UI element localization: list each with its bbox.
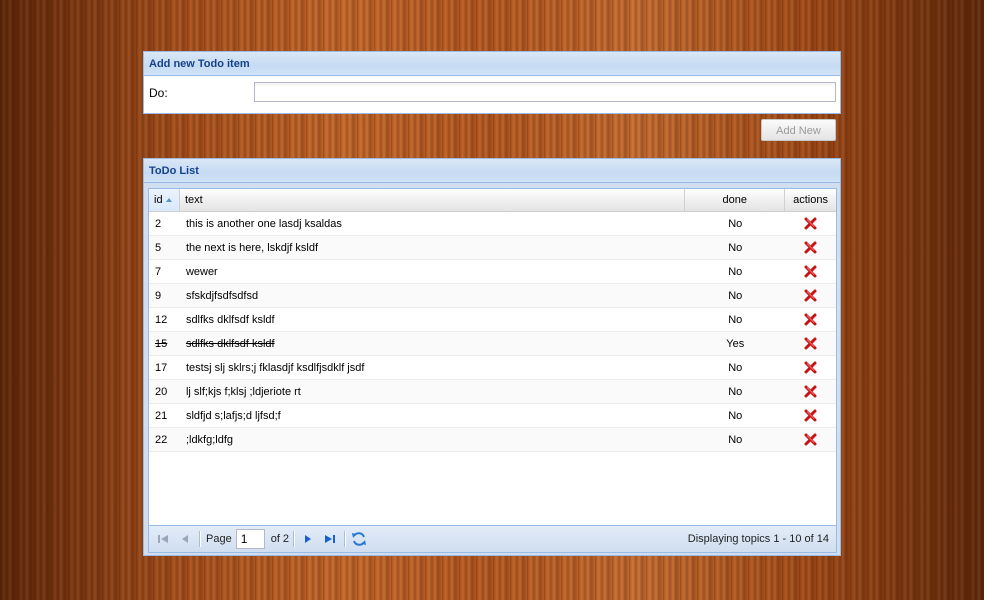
cell-id: 9 <box>155 290 162 302</box>
column-header-actions[interactable]: actions <box>785 189 836 211</box>
do-input[interactable] <box>254 82 836 102</box>
cell-id: 20 <box>155 386 168 398</box>
cell-actions <box>785 404 836 427</box>
delete-icon[interactable] <box>804 361 817 374</box>
page-label: Page <box>206 533 232 545</box>
toolbar-separator <box>344 531 347 547</box>
delete-icon[interactable] <box>804 241 817 254</box>
cell-text: wewer <box>185 266 218 278</box>
cell-actions <box>785 236 836 259</box>
delete-icon[interactable] <box>804 313 817 326</box>
cell-text: sldfjd s;lafjs;d ljfsd;f <box>185 410 281 422</box>
cell-id: 2 <box>155 218 162 230</box>
table-row[interactable]: 22 ;ldkfg;ldfg No <box>149 428 836 452</box>
page-number-input[interactable] <box>235 529 265 549</box>
cell-done: No <box>728 362 743 374</box>
paging-toolbar: Page of 2 Displaying topics 1 - 10 of 14 <box>149 525 836 552</box>
cell-id: 7 <box>155 266 162 278</box>
cell-actions <box>785 284 836 307</box>
table-row[interactable]: 20 lj slf;kjs f;klsj ;ldjeriote rt No <box>149 380 836 404</box>
cell-text: ;ldkfg;ldfg <box>185 434 234 446</box>
cell-actions <box>785 380 836 403</box>
add-todo-panel: Add new Todo item Do: <box>143 51 841 114</box>
prev-page-icon[interactable] <box>177 531 193 547</box>
sort-asc-icon <box>165 198 172 203</box>
refresh-icon[interactable] <box>351 531 367 547</box>
cell-actions <box>785 260 836 283</box>
column-header-id[interactable]: id <box>149 189 180 211</box>
page-count-label: of 2 <box>270 533 290 545</box>
cell-text: sfskdjfsdfsdfsd <box>185 290 259 302</box>
cell-text: sdlfks dklfsdf ksldf <box>185 338 275 350</box>
column-header-id-label: id <box>154 194 163 206</box>
cell-text: sdlfks dklfsdf ksldf <box>185 314 275 326</box>
cell-done: Yes <box>726 338 745 350</box>
table-row[interactable]: 12 sdlfks dklfsdf ksldf No <box>149 308 836 332</box>
delete-icon[interactable] <box>804 385 817 398</box>
do-field-label: Do: <box>149 86 168 100</box>
delete-icon[interactable] <box>804 433 817 446</box>
todo-list-panel: ToDo List id text done actions 2 this is … <box>143 158 841 556</box>
cell-text: the next is here, lskdjf ksldf <box>185 242 318 254</box>
toolbar-separator <box>199 531 201 547</box>
delete-icon[interactable] <box>804 409 817 422</box>
cell-actions <box>785 212 836 235</box>
table-row[interactable]: 17 testsj slj sklrs;j fklasdjf ksdlfjsdkl… <box>149 356 836 380</box>
cell-done: No <box>728 314 743 326</box>
cell-done: No <box>728 218 743 230</box>
table-row[interactable]: 15 sdlfks dklfsdf ksldf Yes <box>149 332 836 356</box>
delete-icon[interactable] <box>804 289 817 302</box>
cell-actions <box>785 308 836 331</box>
column-header-text[interactable]: text <box>180 189 686 211</box>
cell-done: No <box>728 410 743 422</box>
do-field-row: Do: <box>144 76 840 114</box>
grid-header: id text done actions <box>149 189 836 212</box>
cell-actions <box>785 332 836 355</box>
cell-text: lj slf;kjs f;klsj ;ldjeriote rt <box>185 386 301 398</box>
add-panel-title: Add new Todo item <box>144 52 840 76</box>
cell-id: 5 <box>155 242 162 254</box>
cell-id: 22 <box>155 434 168 446</box>
paging-status: Displaying topics 1 - 10 of 14 <box>687 533 829 545</box>
table-row[interactable]: 7 wewer No <box>149 260 836 284</box>
cell-done: No <box>728 242 743 254</box>
cell-done: No <box>728 266 743 278</box>
cell-id: 17 <box>155 362 168 374</box>
delete-icon[interactable] <box>804 337 817 350</box>
table-row[interactable]: 9 sfskdjfsdfsdfsd No <box>149 284 836 308</box>
toolbar-separator <box>293 531 296 547</box>
todo-grid: id text done actions 2 this is another on… <box>148 188 837 553</box>
delete-icon[interactable] <box>804 217 817 230</box>
cell-text: testsj slj sklrs;j fklasdjf ksdlfjsdklf … <box>185 362 365 374</box>
cell-id: 21 <box>155 410 168 422</box>
column-header-done[interactable]: done <box>685 189 786 211</box>
table-row[interactable]: 21 sldfjd s;lafjs;d ljfsd;f No <box>149 404 836 428</box>
cell-done: No <box>728 290 743 302</box>
cell-done: No <box>728 386 743 398</box>
add-new-button[interactable]: Add New <box>761 119 836 141</box>
table-row[interactable]: 2 this is another one lasdj ksaldas No <box>149 212 836 236</box>
first-page-icon[interactable] <box>155 531 171 547</box>
last-page-icon[interactable] <box>322 531 338 547</box>
cell-actions <box>785 428 836 451</box>
table-row[interactable]: 5 the next is here, lskdjf ksldf No <box>149 236 836 260</box>
delete-icon[interactable] <box>804 265 817 278</box>
grid-body: 2 this is another one lasdj ksaldas No 5 the… <box>149 212 836 452</box>
next-page-icon[interactable] <box>300 531 316 547</box>
list-panel-title: ToDo List <box>144 159 840 183</box>
cell-done: No <box>728 434 743 446</box>
cell-id: 12 <box>155 314 168 326</box>
cell-actions <box>785 356 836 379</box>
cell-id: 15 <box>155 338 168 350</box>
cell-text: this is another one lasdj ksaldas <box>185 218 342 230</box>
